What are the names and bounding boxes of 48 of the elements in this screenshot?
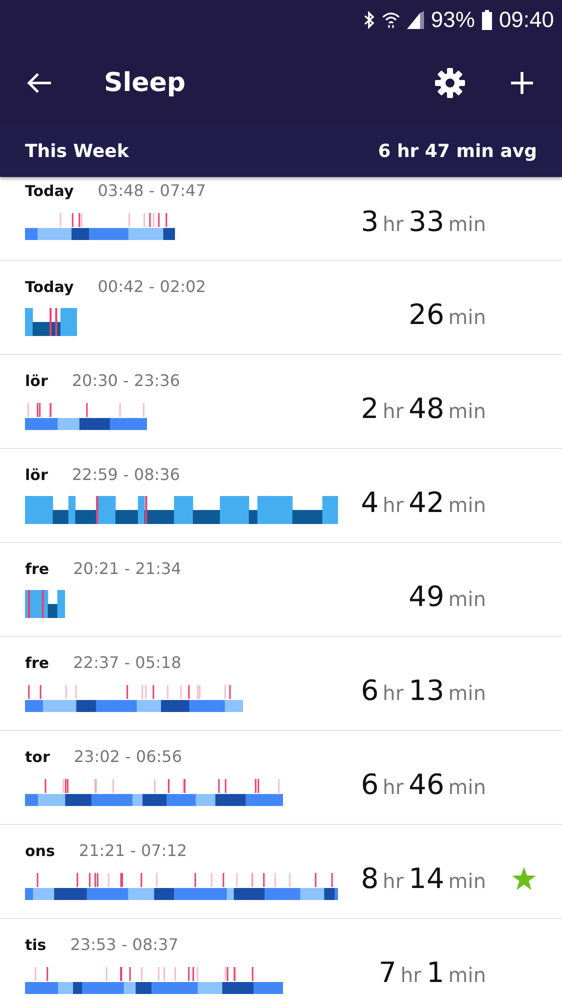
clock-time: 09:40 (498, 7, 554, 33)
plus-icon (510, 70, 534, 94)
bluetooth-icon (362, 11, 375, 29)
sleep-duration: 3 hr 33 min (360, 204, 486, 238)
signal-icon (406, 11, 424, 29)
sleep-duration: 6 hr 13 min (360, 673, 486, 707)
battery-percent: 93% (430, 7, 475, 33)
time-range: 21:21 - 07:12 (78, 841, 188, 860)
sleep-duration: 49 min (408, 579, 486, 613)
day-label: ons (25, 842, 55, 860)
screen-title: Sleep (104, 68, 187, 98)
time-range: 22:59 - 08:36 (72, 465, 180, 484)
back-arrow-icon (26, 72, 52, 94)
week-average: 6 hr 47 min avg (378, 140, 537, 162)
day-label: fre (25, 654, 50, 672)
time-range: 03:48 - 07:47 (98, 181, 206, 200)
sleep-duration: 4 hr 42 min (360, 485, 486, 519)
time-range: 20:30 - 23:36 (72, 371, 180, 390)
sleep-duration: 7 hr 1 min (378, 955, 486, 989)
time-range: 23:02 - 06:56 (74, 747, 182, 766)
sleep-log-row[interactable]: lör 22:59 - 08:36 4 hr 42 min (0, 449, 562, 543)
sleep-duration: 6 hr 46 min (360, 767, 486, 801)
day-label: tor (25, 748, 50, 766)
battery-icon (482, 10, 492, 30)
day-label: Today (25, 182, 74, 200)
sleep-duration: 2 hr 48 min (360, 391, 486, 425)
sleep-log-row[interactable]: Today 00:42 - 02:02 26 min (0, 261, 562, 355)
time-range: 23:53 - 08:37 (70, 935, 178, 954)
sleep-log-row[interactable]: lör 20:30 - 23:36 2 hr 48 min (0, 355, 562, 449)
settings-icon (434, 66, 466, 98)
day-label: lör (25, 372, 48, 390)
day-label: fre (25, 560, 50, 578)
sleep-log-row[interactable]: fre 20:21 - 21:34 49 min (0, 543, 562, 637)
time-range: 22:37 - 05:18 (73, 653, 182, 672)
sleep-log-row[interactable]: Today 03:48 - 07:47 3 hr 33 min (0, 177, 562, 261)
time-range: 00:42 - 02:02 (98, 277, 206, 296)
sleep-log-row[interactable]: tis 23:53 - 08:37 7 hr 1 min (0, 919, 562, 999)
day-label: Today (25, 278, 74, 296)
sleep-duration: 8 hr 14 min (360, 861, 486, 895)
sleep-log-row[interactable]: tor 23:02 - 06:56 6 hr 46 min (0, 731, 562, 825)
sleep-duration: 26 min (408, 297, 486, 331)
day-label: lör (25, 466, 48, 484)
week-label: This Week (25, 140, 129, 162)
wifi-icon (382, 11, 400, 29)
day-label: tis (25, 936, 46, 954)
sleep-log-row[interactable]: fre 22:37 - 05:18 6 hr 13 min (0, 637, 562, 731)
time-range: 20:21 - 21:34 (73, 559, 182, 578)
sleep-log-row[interactable]: ons 21:21 - 07:12 8 hr 14 min (0, 825, 562, 919)
